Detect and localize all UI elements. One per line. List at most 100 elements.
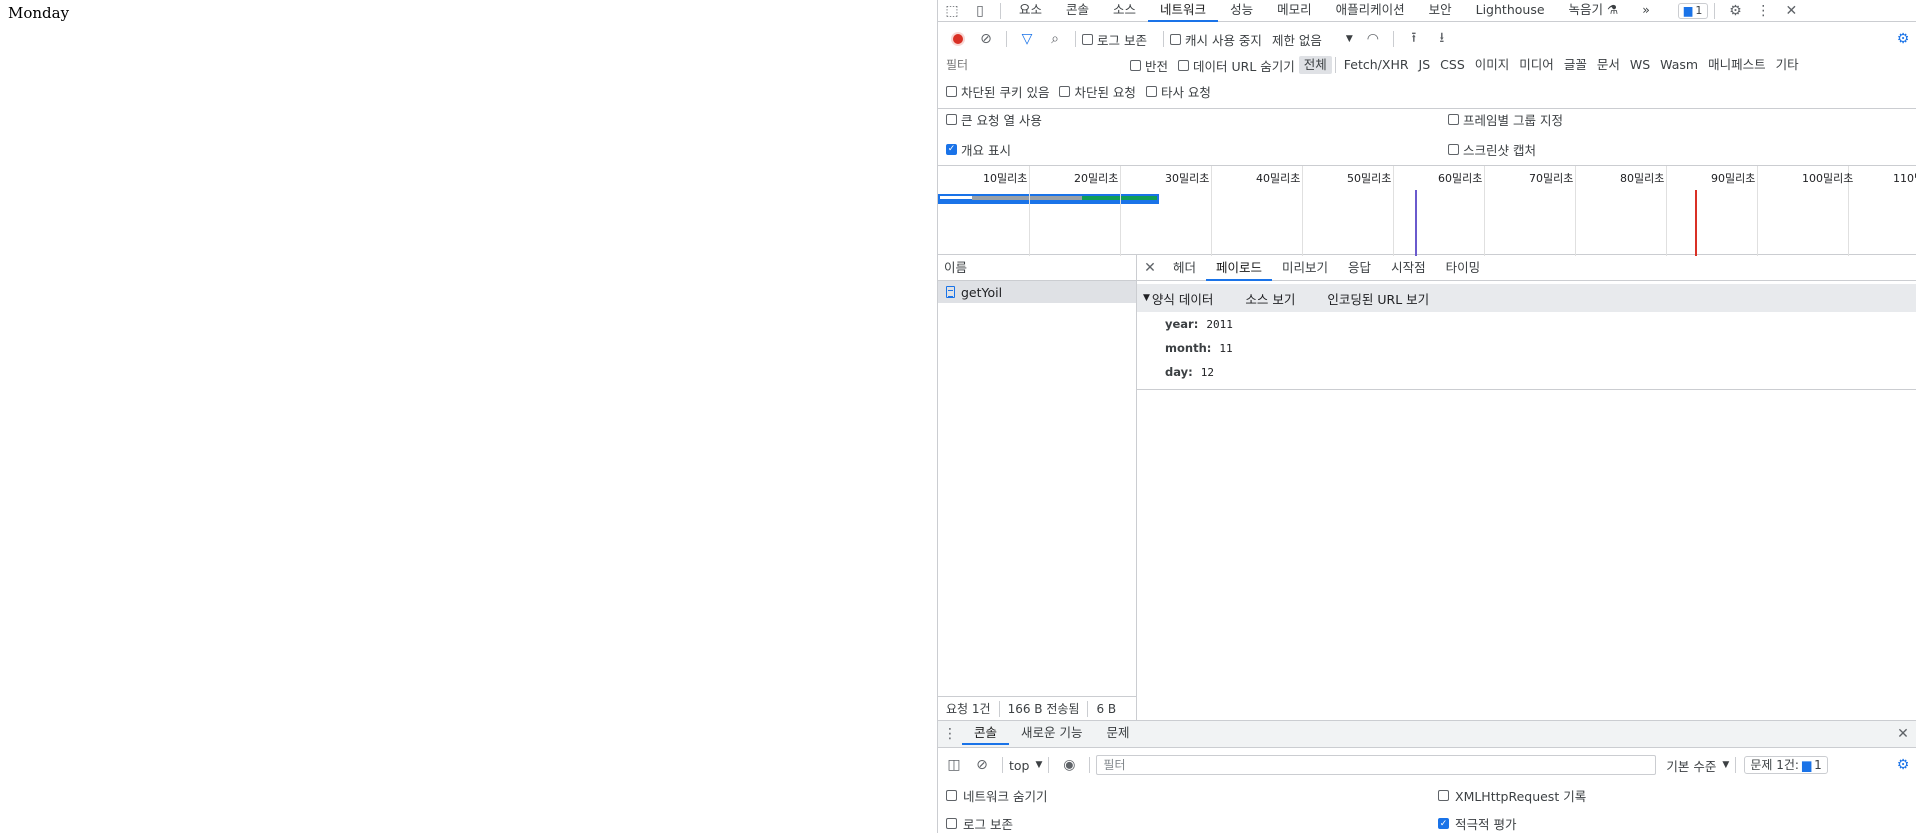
export-har-icon[interactable]: ⭳: [1428, 28, 1456, 50]
kebab-menu-icon[interactable]: ⋮: [1749, 0, 1777, 22]
console-toolbar: ◫ ⊘ top ▼ ◉ 필터 기본 수준 ▼ 문제 1건: ▆ 1 ⚙: [938, 752, 1916, 778]
inspect-element-icon[interactable]: ⬚: [938, 0, 966, 22]
issues-badge[interactable]: ▆ 1: [1677, 2, 1709, 19]
drawer-tab-whats-new[interactable]: 새로운 기능: [1009, 723, 1094, 745]
capture-screenshots-checkbox[interactable]: 스크린샷 캡처: [1448, 140, 1536, 159]
form-field-value: 2011: [1206, 317, 1233, 331]
tab-initiator[interactable]: 시작점: [1381, 255, 1436, 281]
filter-type-image[interactable]: 이미지: [1470, 56, 1515, 74]
devtools-panel: ⬚ ▯ 요소 콘솔 소스 네트워크 성능 메모리 애플리케이션 보안 Light…: [937, 0, 1916, 833]
invert-checkbox[interactable]: 반전: [1130, 56, 1168, 75]
search-icon[interactable]: ⌕: [1041, 28, 1069, 50]
blocked-cookies-checkbox[interactable]: 차단된 쿠키 있음: [946, 82, 1049, 101]
filter-type-other[interactable]: 기타: [1771, 56, 1804, 74]
request-name: getYoil: [961, 284, 1003, 300]
clear-icon[interactable]: ⊘: [972, 28, 1000, 50]
big-request-rows-checkbox[interactable]: 큰 요청 열 사용: [946, 110, 1438, 129]
filter-type-js[interactable]: JS: [1414, 56, 1436, 74]
disable-cache-checkbox[interactable]: 캐시 사용 중지: [1169, 30, 1262, 49]
blocked-requests-checkbox[interactable]: 차단된 요청: [1059, 82, 1136, 101]
network-settings-icon[interactable]: ⚙: [1889, 28, 1916, 50]
hide-network-checkbox[interactable]: 네트워크 숨기기: [946, 786, 1047, 805]
tab-lighthouse[interactable]: Lighthouse: [1464, 0, 1557, 22]
console-filter-input[interactable]: 필터: [1096, 755, 1657, 775]
tab-payload[interactable]: 페이로드: [1206, 255, 1273, 281]
name-column-header[interactable]: 이름: [938, 255, 1136, 281]
close-devtools-icon[interactable]: ✕: [1777, 0, 1805, 22]
filter-type-css[interactable]: CSS: [1435, 56, 1470, 74]
log-levels-select[interactable]: 기본 수준 ▼: [1666, 756, 1729, 775]
eager-eval-checkbox[interactable]: ✓ 적극적 평가: [1438, 814, 1516, 833]
form-field-value: 11: [1219, 341, 1233, 355]
tab-sources[interactable]: 소스: [1101, 0, 1148, 22]
more-tabs-button[interactable]: »: [1630, 0, 1662, 22]
console-issues-badge[interactable]: 문제 1건: ▆ 1: [1744, 756, 1828, 774]
console-preserve-log-checkbox[interactable]: 로그 보존: [946, 814, 1013, 833]
filter-type-media[interactable]: 미디어: [1514, 56, 1559, 74]
tab-recorder[interactable]: 녹음기 ⚗: [1557, 0, 1631, 22]
filter-type-doc[interactable]: 문서: [1592, 56, 1625, 74]
tab-memory[interactable]: 메모리: [1265, 0, 1324, 22]
tab-preview[interactable]: 미리보기: [1272, 255, 1338, 281]
hide-data-urls-checkbox[interactable]: 데이터 URL 숨기기: [1178, 56, 1295, 75]
console-sidebar-icon[interactable]: ◫: [940, 754, 968, 776]
tab-timing[interactable]: 타이밍: [1436, 255, 1491, 281]
document-icon: [946, 286, 955, 298]
detail-tabs: ✕ 헤더 페이로드 미리보기 응답 시작점 타이밍: [1137, 255, 1916, 281]
overview-gridline: [1484, 166, 1485, 256]
clear-console-icon[interactable]: ⊘: [968, 754, 996, 776]
overview-gridline: [1575, 166, 1576, 256]
tab-network[interactable]: 네트워크: [1148, 0, 1219, 22]
tab-security[interactable]: 보안: [1417, 0, 1464, 22]
filter-type-wasm[interactable]: Wasm: [1655, 56, 1703, 74]
form-field-row: year: 2011: [1137, 312, 1916, 336]
throttle-select[interactable]: 제한 없음 ▼: [1272, 30, 1353, 49]
show-overview-checkbox[interactable]: ✓ 개요 표시: [946, 140, 1438, 159]
tab-performance[interactable]: 성능: [1218, 0, 1265, 22]
record-button[interactable]: [944, 28, 972, 50]
third-party-checkbox[interactable]: 타사 요청: [1145, 82, 1211, 101]
overview-tick-label: 90밀리초: [1711, 172, 1756, 185]
overview-gridline: [1757, 166, 1758, 256]
device-toolbar-icon[interactable]: ▯: [966, 0, 994, 22]
resources-size: 6 B: [1096, 701, 1117, 716]
tab-elements[interactable]: 요소: [1007, 0, 1054, 22]
request-row[interactable]: getYoil: [938, 281, 1136, 303]
network-overview-timeline[interactable]: 10밀리초 20밀리초 30밀리초 40밀리초 50밀리초 60밀리초 70밀리초 80밀리초…: [938, 165, 1916, 256]
live-expression-eye-icon[interactable]: ◉: [1055, 754, 1083, 776]
overview-gridline: [1302, 166, 1303, 256]
capture-screenshots-label: 스크린샷 캡처: [1463, 142, 1536, 158]
close-drawer-icon[interactable]: ✕: [1889, 723, 1916, 745]
filter-type-ws[interactable]: WS: [1625, 56, 1655, 74]
drawer-menu-icon[interactable]: ⋮: [938, 723, 962, 745]
filter-type-manifest[interactable]: 매니페스트: [1703, 56, 1771, 74]
overview-tick-label: 10밀리초: [983, 172, 1028, 185]
group-by-frame-checkbox[interactable]: 프레임별 그룹 지정: [1448, 110, 1563, 129]
drawer-tab-issues[interactable]: 문제: [1095, 723, 1142, 745]
tab-response[interactable]: 응답: [1338, 255, 1381, 281]
filter-input[interactable]: [940, 56, 1116, 74]
tab-application[interactable]: 애플리케이션: [1324, 0, 1417, 22]
drawer-tab-console[interactable]: 콘솔: [962, 723, 1010, 745]
network-conditions-icon[interactable]: ◠: [1359, 28, 1387, 50]
filter-type-fetch-xhr[interactable]: Fetch/XHR: [1339, 56, 1414, 74]
close-detail-icon[interactable]: ✕: [1137, 257, 1163, 279]
overview-tick-label: 60밀리초: [1438, 172, 1483, 185]
tab-headers[interactable]: 헤더: [1163, 255, 1206, 281]
view-url-encoded-link[interactable]: 인코딩된 URL 보기: [1327, 289, 1429, 308]
console-settings-icon[interactable]: ⚙: [1889, 754, 1916, 776]
view-source-link[interactable]: 소스 보기: [1245, 289, 1295, 308]
overview-gridline: [1211, 166, 1212, 256]
settings-gear-icon[interactable]: ⚙: [1721, 0, 1749, 22]
form-field-key: day:: [1165, 365, 1193, 379]
log-xhr-checkbox[interactable]: XMLHttpRequest 기록: [1438, 786, 1586, 805]
devtools-tabbar: ⬚ ▯ 요소 콘솔 소스 네트워크 성능 메모리 애플리케이션 보안 Light…: [938, 0, 1916, 22]
preserve-log-checkbox[interactable]: 로그 보존: [1082, 30, 1147, 49]
context-select[interactable]: top ▼: [1009, 758, 1042, 773]
tab-console[interactable]: 콘솔: [1054, 0, 1101, 22]
import-har-icon[interactable]: ⭱: [1400, 28, 1428, 50]
filter-type-all[interactable]: 전체: [1298, 56, 1332, 74]
filter-type-font[interactable]: 글꼴: [1559, 56, 1592, 74]
filter-icon[interactable]: ▽: [1013, 28, 1041, 50]
form-data-section-header[interactable]: ▼ 양식 데이터 소스 보기 인코딩된 URL 보기: [1137, 284, 1916, 312]
